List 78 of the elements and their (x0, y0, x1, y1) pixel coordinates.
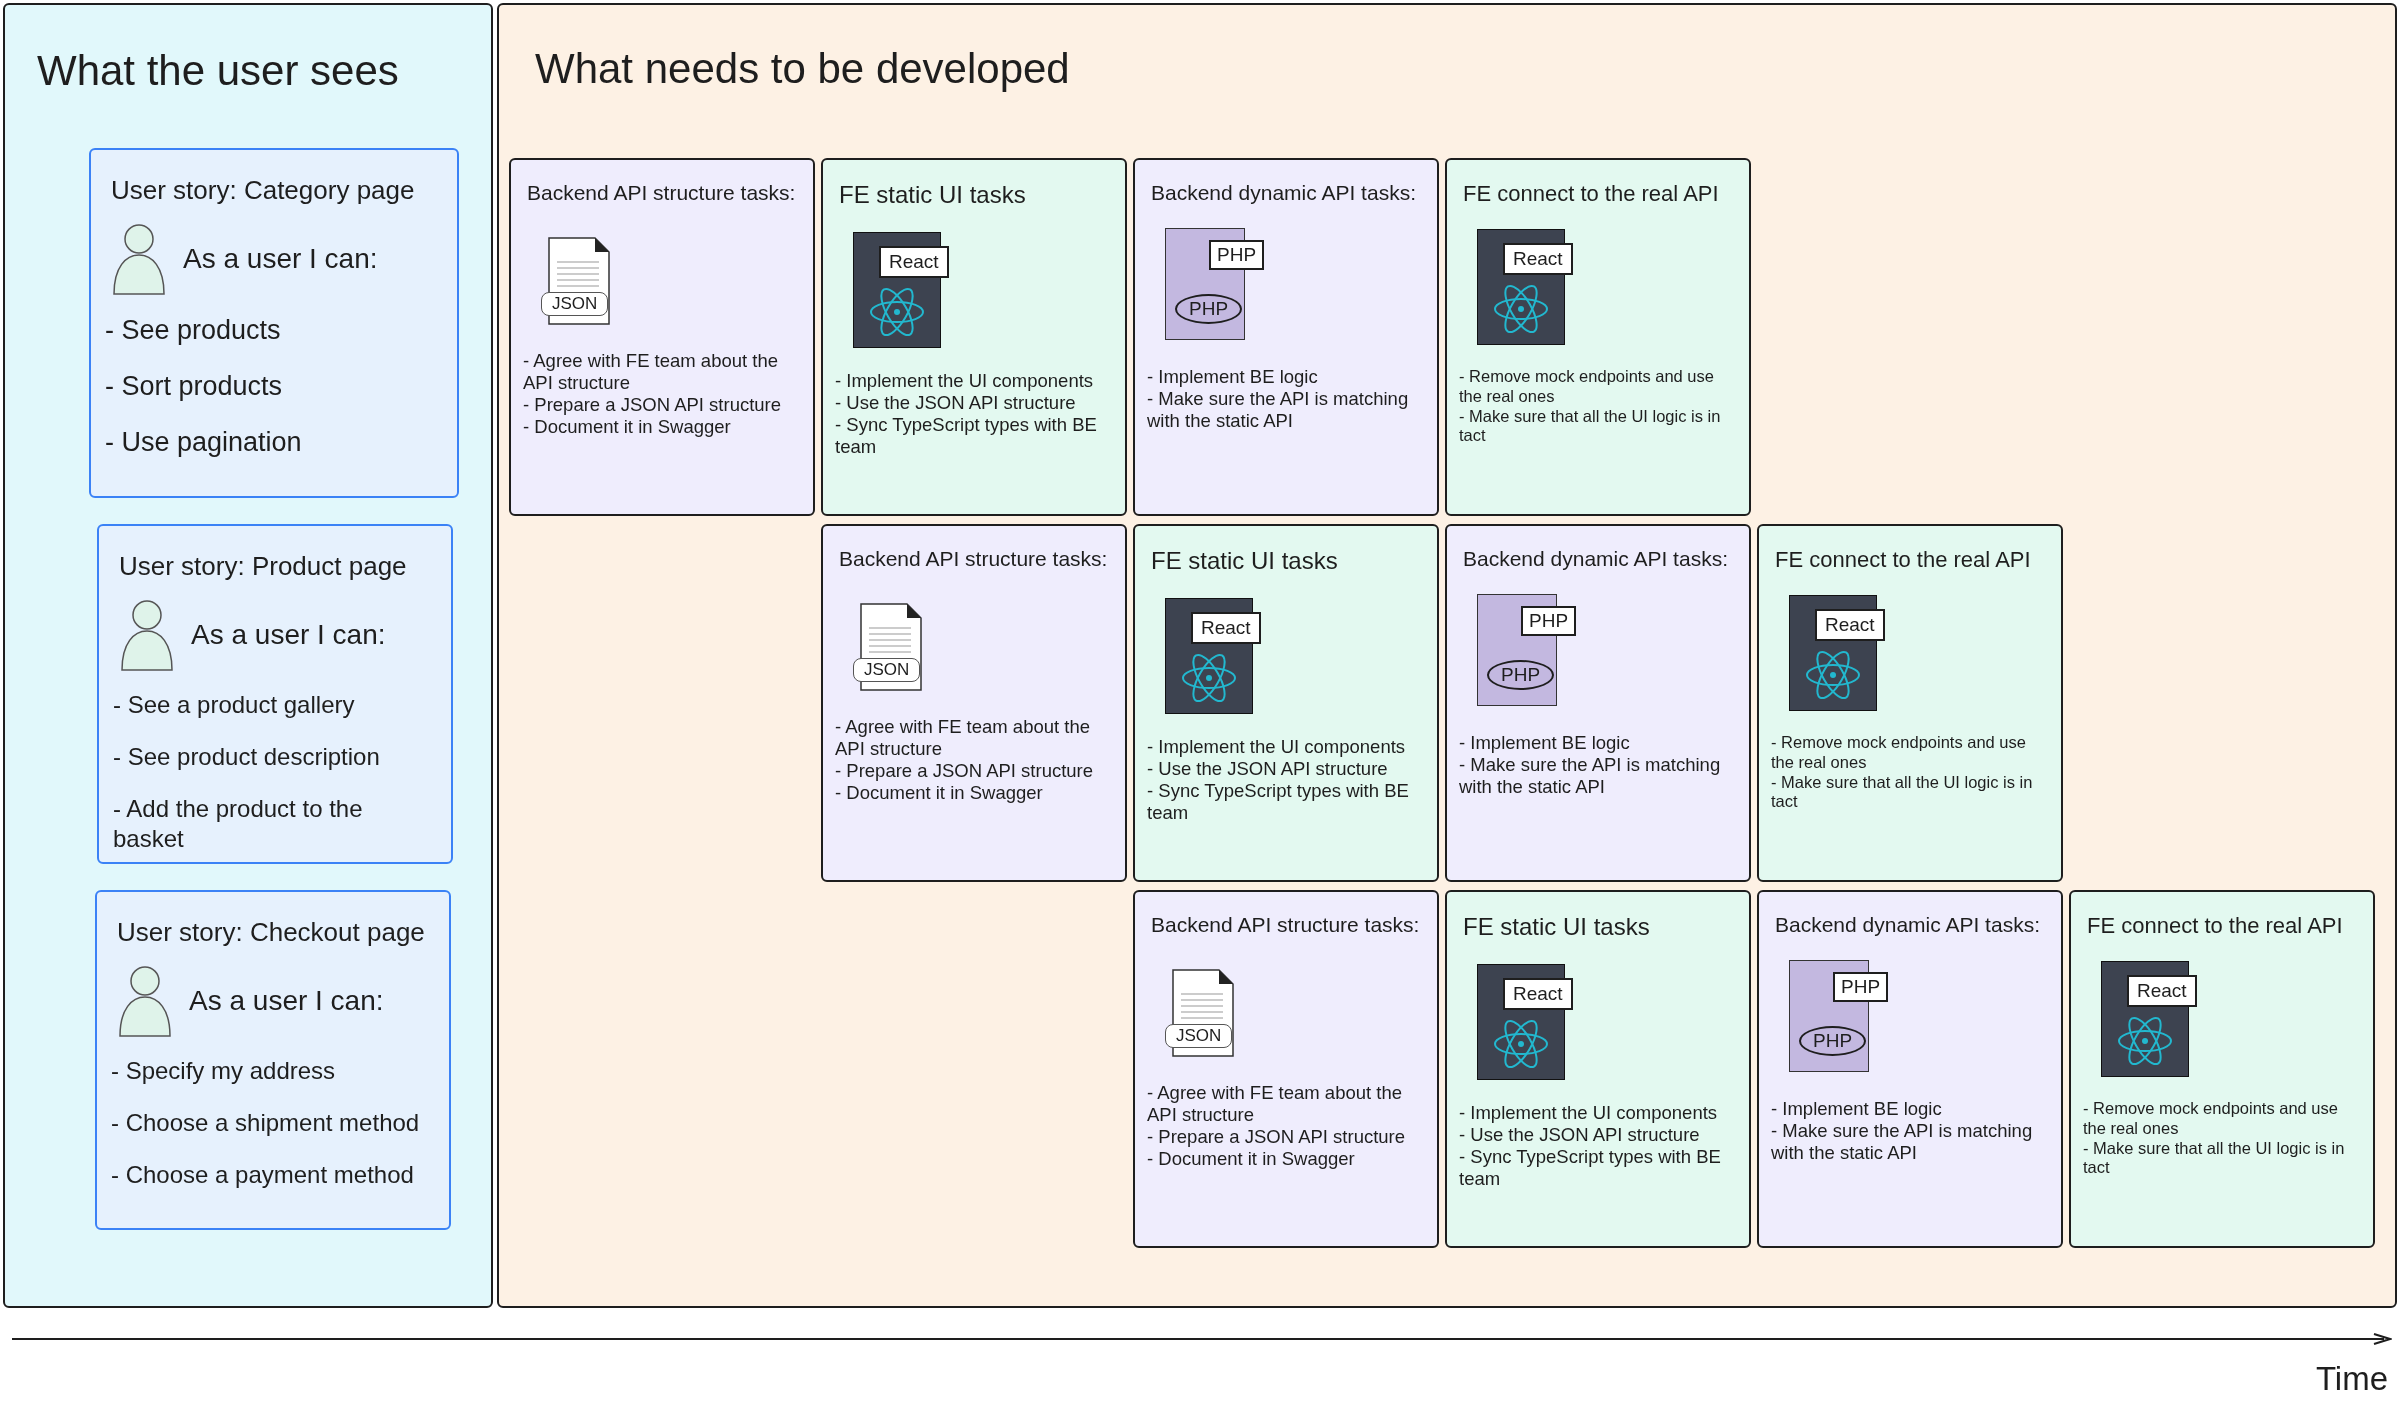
panel-title: What needs to be developed (535, 44, 1071, 94)
task-item: - Implement the UI components (835, 369, 1095, 392)
story-item: - Use pagination (105, 425, 303, 459)
file-label: JSON (853, 657, 921, 682)
task-item: - Implement the UI components (1459, 1101, 1719, 1124)
card-title: Backend API structure tasks: (839, 545, 1109, 572)
story-item: - See a product gallery (113, 690, 356, 720)
story-title: User story: Category page (111, 173, 416, 206)
task-item: - Agree with FE team about the API structure (835, 715, 1092, 761)
person-icon (111, 222, 167, 296)
story-heading: As a user I can: (183, 242, 378, 276)
file-tag: React (1815, 609, 1885, 641)
person-icon (119, 598, 175, 672)
story-item: - See products (105, 314, 282, 347)
card-title: Backend dynamic API tasks: (1151, 179, 1417, 206)
task-item: - Sync TypeScript types with BE team (1147, 779, 1410, 825)
card-title: FE static UI tasks (839, 179, 1027, 210)
file-tag: React (1503, 243, 1573, 275)
task-item: - Make sure the API is matching with the static API (1459, 753, 1722, 799)
task-item: - Remove mock endpoints and use the real ones (1771, 733, 2027, 773)
task-item: - Sync TypeScript types with BE team (835, 413, 1098, 459)
task-item: - Implement BE logic (1459, 731, 1631, 754)
task-item: - Make sure the API is matching with the static API (1771, 1119, 2034, 1165)
story-title: User story: Checkout page (117, 915, 426, 948)
axis-label: Time (2315, 1362, 2388, 1395)
task-item: - Agree with FE team about the API structure (1147, 1081, 1404, 1127)
panel-title: What the user sees (37, 46, 400, 96)
card-title: Backend dynamic API tasks: (1463, 545, 1729, 572)
story-item: - See product description (113, 742, 381, 772)
story-heading: As a user I can: (191, 618, 386, 652)
file-label: JSON (541, 291, 609, 316)
task-item: - Document it in Swagger (835, 782, 1044, 805)
task-item: - Remove mock endpoints and use the real ones (1459, 367, 1715, 407)
task-item: - Make sure the API is matching with the static API (1147, 387, 1410, 433)
task-item: - Prepare a JSON API structure (523, 394, 783, 417)
file-tag: React (2127, 975, 2197, 1007)
task-item: - Document it in Swagger (523, 416, 732, 439)
task-item: - Prepare a JSON API structure (1147, 1126, 1407, 1149)
task-item: - Use the JSON API structure (1459, 1123, 1701, 1146)
task-item: - Implement the UI components (1147, 735, 1407, 758)
card-title: FE connect to the real API (1775, 545, 2032, 573)
task-item: - Prepare a JSON API structure (835, 760, 1095, 783)
file-label: PHP (1487, 659, 1555, 690)
story-title: User story: Product page (119, 549, 408, 582)
card-title: FE connect to the real API (1463, 179, 1720, 207)
file-tag: PHP (1521, 605, 1577, 636)
file-label: PHP (1175, 293, 1243, 324)
person-icon (117, 964, 173, 1038)
card-title: FE static UI tasks (1151, 545, 1339, 576)
task-item: - Implement BE logic (1771, 1097, 1943, 1120)
task-item: - Make sure that all the UI logic is in tact (2083, 1138, 2346, 1179)
file-tag: PHP (1833, 971, 1889, 1002)
file-tag: React (1503, 977, 1573, 1010)
task-item: - Agree with FE team about the API structure (523, 349, 780, 395)
card-title: FE static UI tasks (1463, 911, 1651, 942)
story-item: - Specify my address (111, 1056, 337, 1086)
file-tag: PHP (1209, 239, 1265, 270)
task-item: - Make sure that all the UI logic is in tact (1771, 772, 2034, 813)
card-title: Backend dynamic API tasks: (1775, 911, 2041, 938)
task-item: - Sync TypeScript types with BE team (1459, 1145, 1722, 1191)
file-tag: React (879, 245, 949, 278)
task-item: - Remove mock endpoints and use the real ones (2083, 1099, 2339, 1139)
card-title: Backend API structure tasks: (527, 179, 797, 206)
card-title: Backend API structure tasks: (1151, 911, 1421, 938)
story-item: - Choose a payment method (111, 1160, 415, 1190)
file-tag: React (1191, 611, 1261, 644)
task-item: - Implement BE logic (1147, 365, 1319, 388)
file-label: JSON (1165, 1023, 1233, 1048)
task-item: - Use the JSON API structure (835, 391, 1077, 414)
story-heading: As a user I can: (189, 984, 384, 1018)
task-item: - Document it in Swagger (1147, 1148, 1356, 1171)
file-label: PHP (1799, 1025, 1867, 1056)
task-item: - Use the JSON API structure (1147, 757, 1389, 780)
story-item: - Sort products (105, 369, 284, 403)
story-item: - Add the product to the basket (113, 794, 364, 854)
task-item: - Make sure that all the UI logic is in tact (1459, 406, 1722, 447)
story-item: - Choose a shipment method (111, 1108, 421, 1138)
card-title: FE connect to the real API (2087, 911, 2344, 939)
